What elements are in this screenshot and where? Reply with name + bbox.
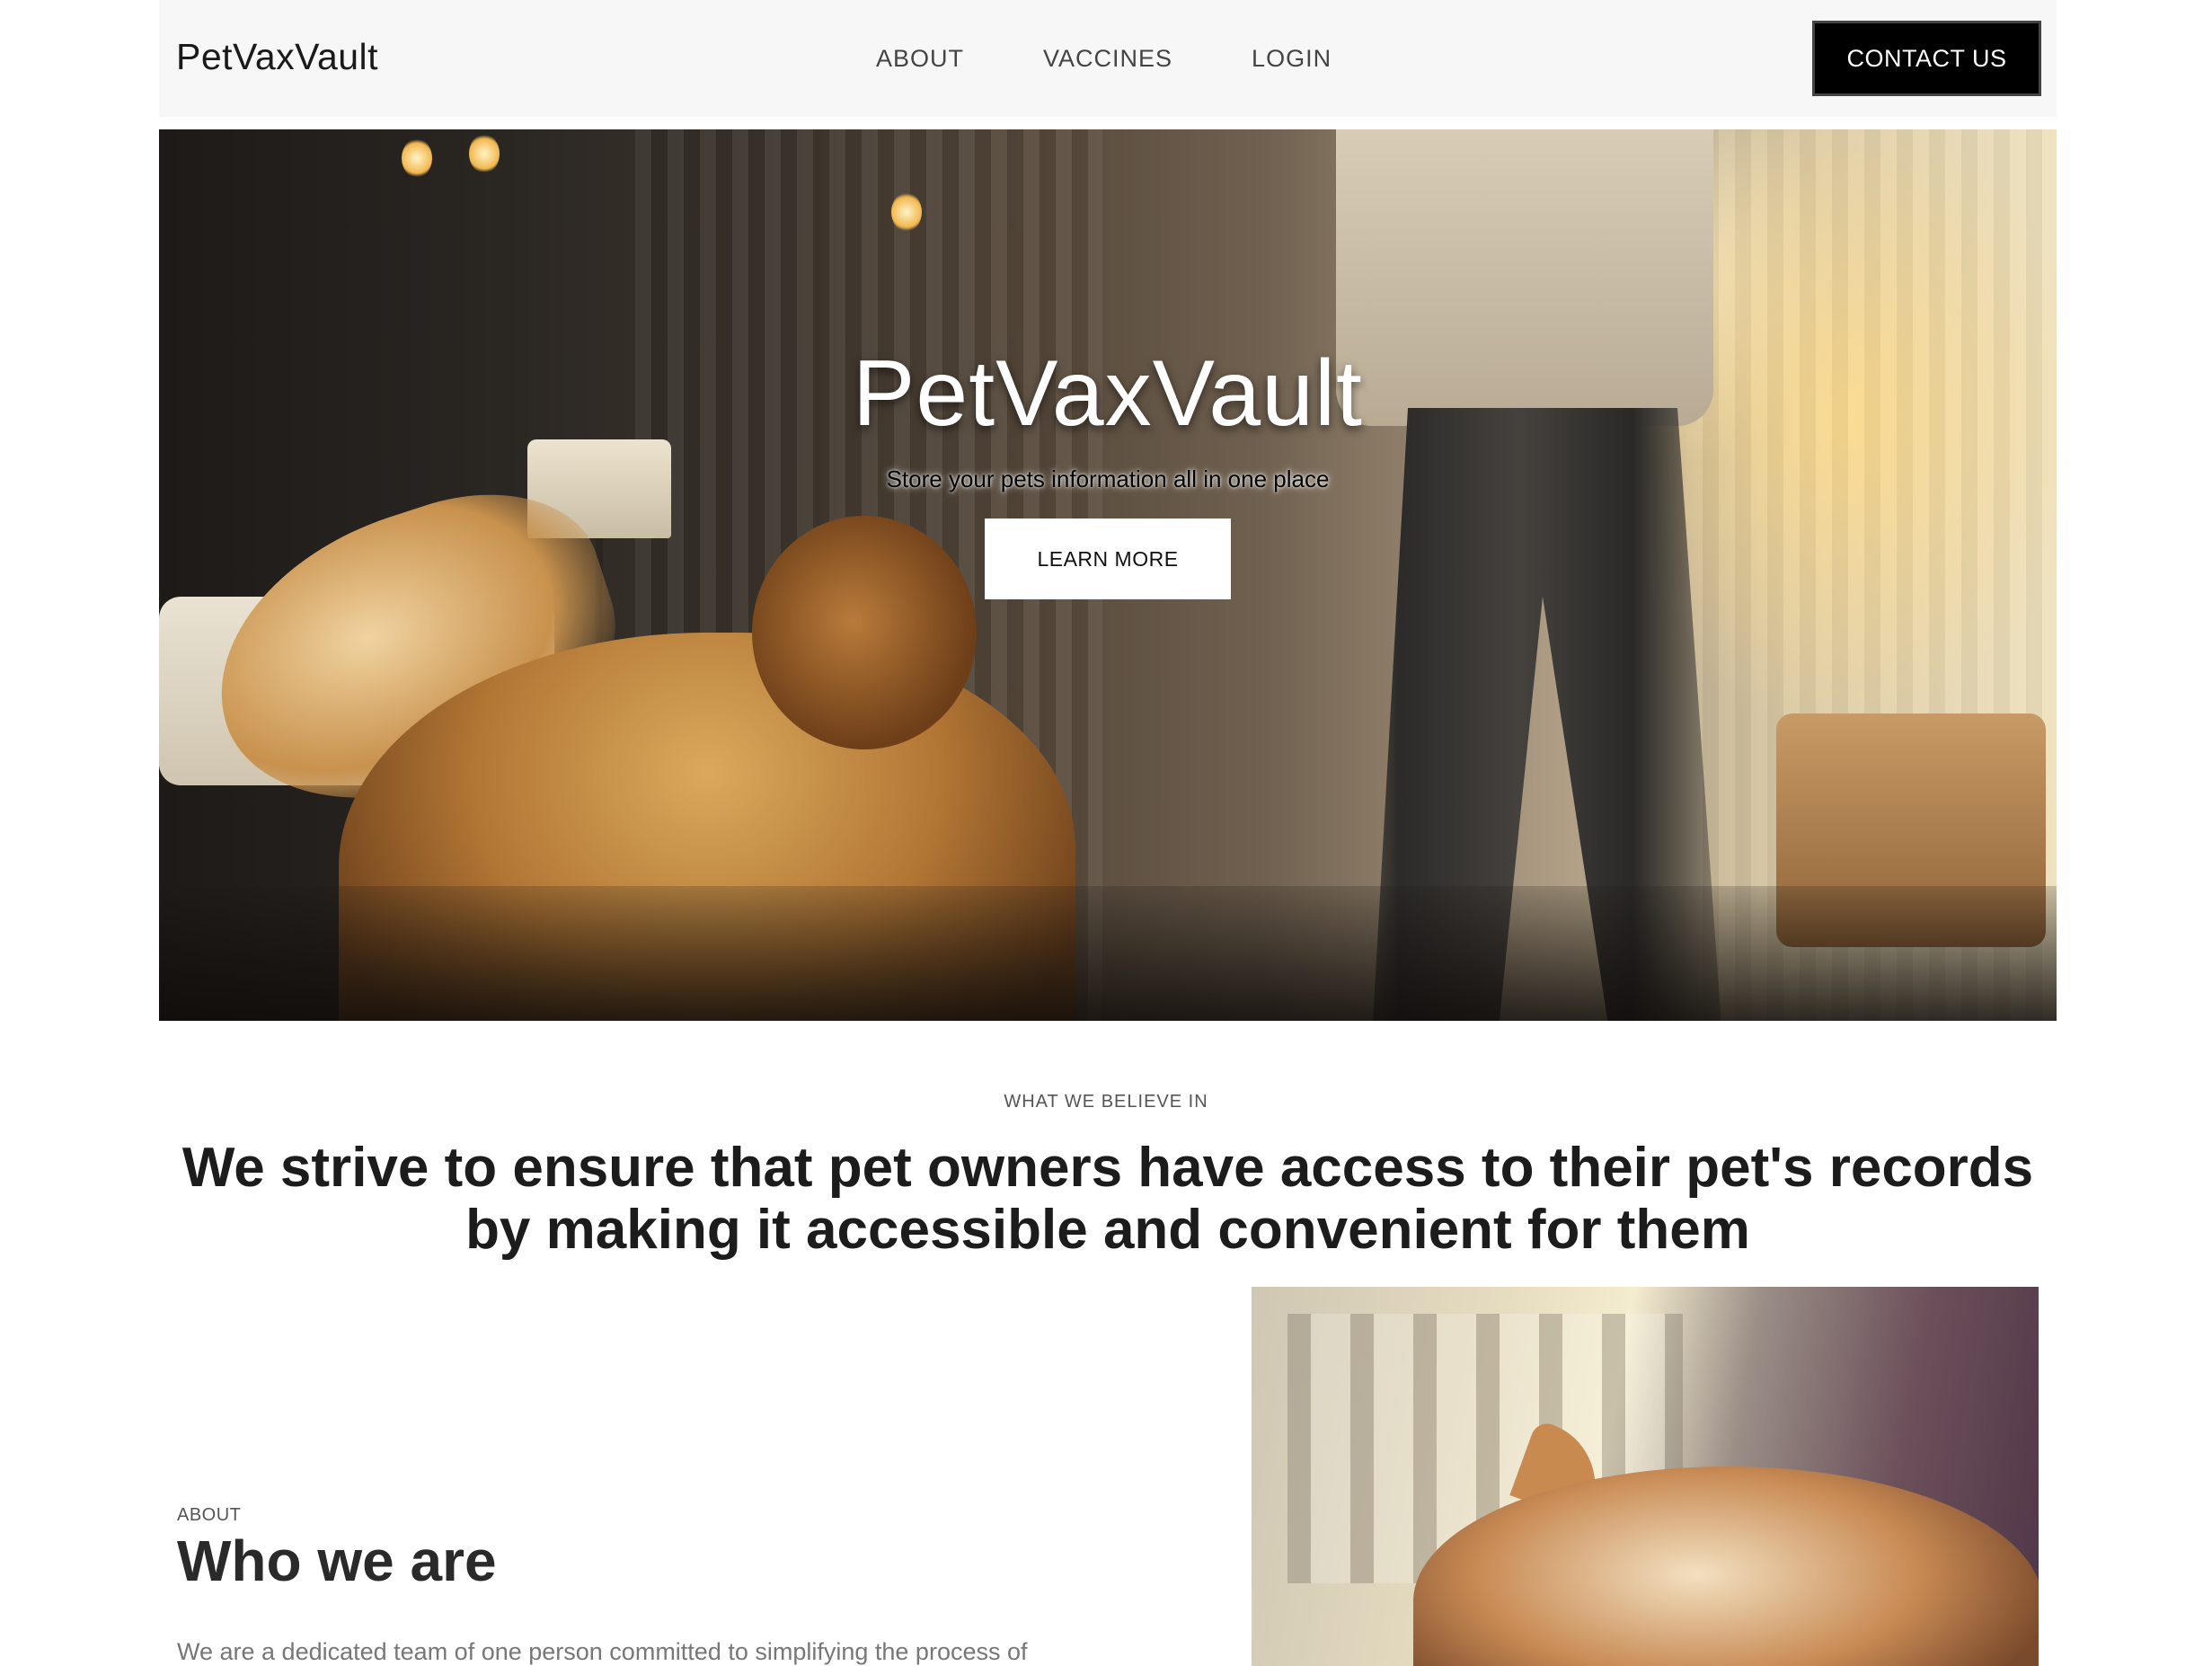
hero-title: PetVaxVault xyxy=(853,341,1363,446)
nav-link-about[interactable]: ABOUT xyxy=(876,45,964,73)
hero-light-bulb xyxy=(402,138,432,178)
beliefs-headline: We strive to ensure that pet owners have… xyxy=(181,1137,2034,1261)
nav-link-login[interactable]: LOGIN xyxy=(1252,45,1332,73)
nav-link-vaccines[interactable]: VACCINES xyxy=(1043,45,1172,73)
brand-logo-text[interactable]: PetVaxVault xyxy=(176,36,378,78)
about-paragraph: We are a dedicated team of one person co… xyxy=(177,1638,1028,1665)
about-title: Who we are xyxy=(177,1529,497,1593)
about-eyebrow: ABOUT xyxy=(177,1505,242,1525)
hero-content: PetVaxVault Store your pets information … xyxy=(159,341,2057,599)
hero-light-bulb xyxy=(891,192,922,232)
hero-light-bulb xyxy=(469,134,500,173)
about-cat-image xyxy=(1252,1287,2039,1666)
hero-subtitle: Store your pets information all in one p… xyxy=(886,465,1330,492)
contact-us-button[interactable]: CONTACT US xyxy=(1812,21,2041,96)
hero-section: PetVaxVault Store your pets information … xyxy=(159,129,2057,1021)
navbar: PetVaxVault ABOUT VACCINES LOGIN CONTACT… xyxy=(159,0,2057,117)
hero-floor-shade xyxy=(159,886,2057,1021)
learn-more-button[interactable]: LEARN MORE xyxy=(985,518,1231,599)
beliefs-eyebrow: WHAT WE BELIEVE IN xyxy=(1004,1092,1208,1112)
main-nav: ABOUT VACCINES LOGIN xyxy=(876,45,1411,73)
